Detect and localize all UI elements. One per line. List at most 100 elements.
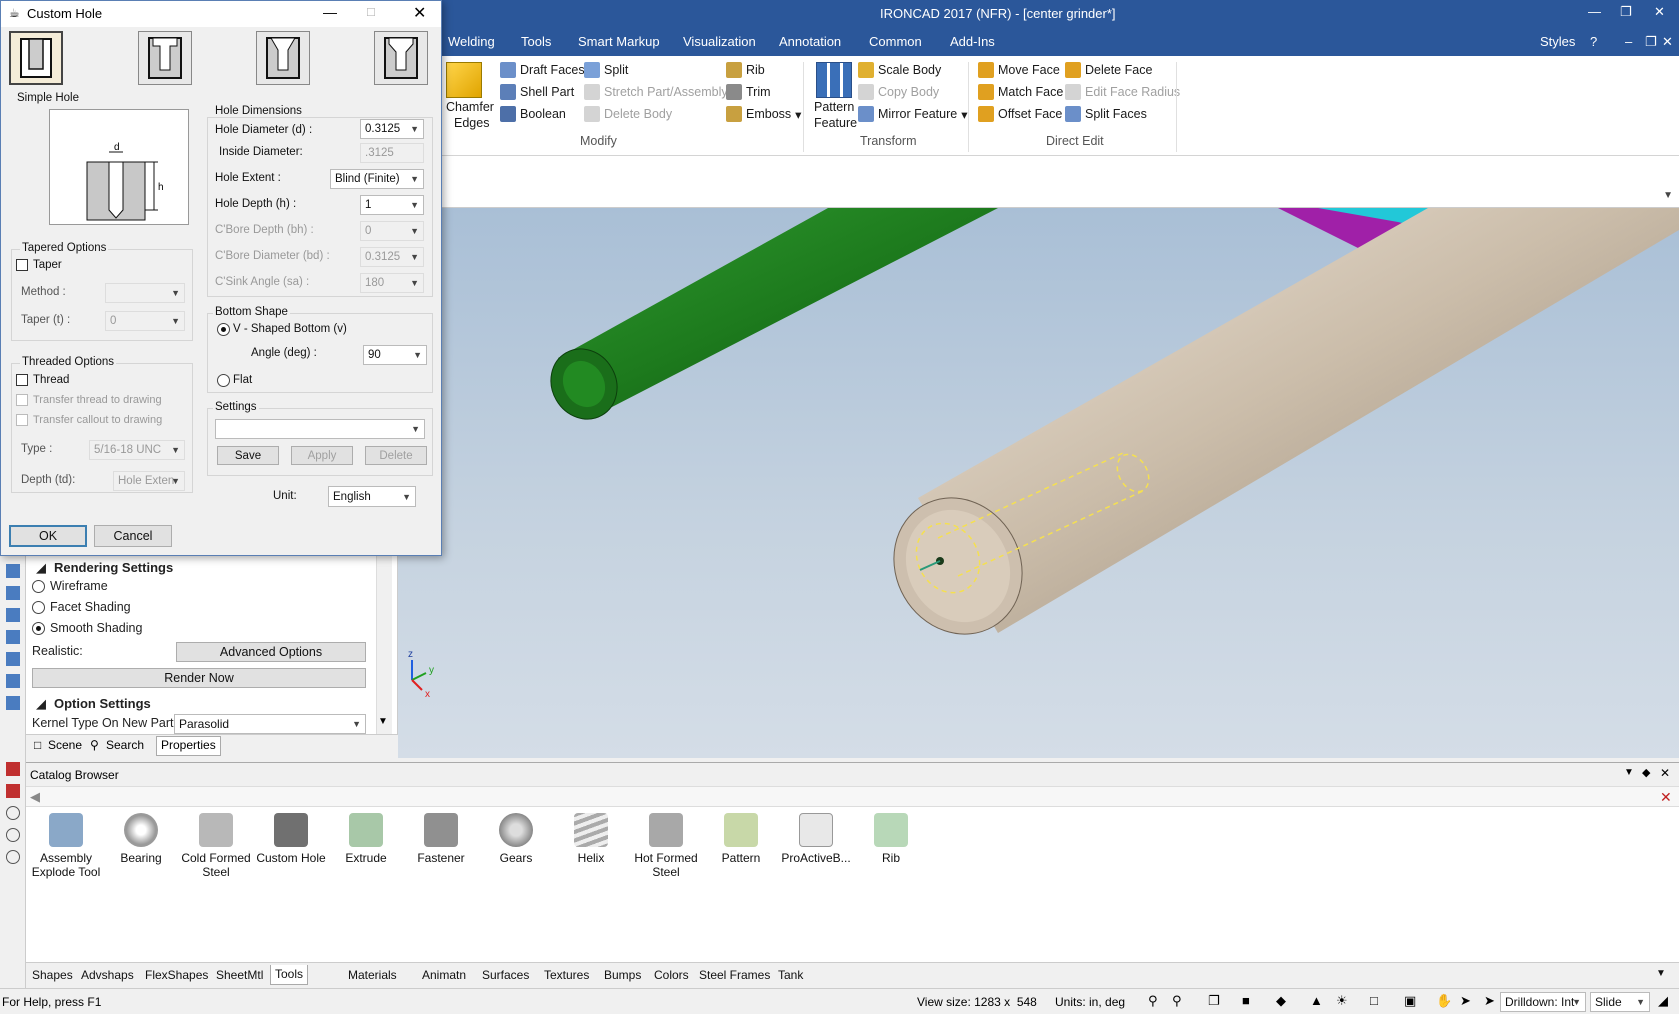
- scale-body-button[interactable]: Scale Body: [858, 62, 941, 78]
- shading-icon[interactable]: ▲: [1310, 993, 1323, 1008]
- tool-icon[interactable]: [6, 806, 20, 820]
- tab-scene[interactable]: Scene: [48, 738, 82, 752]
- render-mode-icon[interactable]: ■: [1242, 993, 1250, 1008]
- catalog-menu-icon[interactable]: ▼: [1624, 767, 1634, 778]
- view-frame-icon[interactable]: □: [1370, 993, 1378, 1008]
- edit-face-radius-button[interactable]: Edit Face Radius: [1065, 84, 1180, 100]
- taper-checkbox[interactable]: [16, 259, 28, 271]
- kernel-type-select[interactable]: Parasolid ▼: [174, 714, 366, 734]
- tab-welding[interactable]: Welding: [448, 34, 495, 49]
- dialog-maximize-icon[interactable]: □: [367, 4, 375, 19]
- catalog-remove-icon[interactable]: ✕: [1660, 789, 1672, 806]
- trim-button[interactable]: Trim: [726, 84, 771, 100]
- minimize-icon[interactable]: —: [1588, 4, 1601, 19]
- render-now-button[interactable]: Render Now: [32, 668, 366, 688]
- mdi-minimize-icon[interactable]: –: [1625, 34, 1632, 49]
- move-face-button[interactable]: Move Face: [978, 62, 1060, 78]
- panel-scrollbar[interactable]: [376, 556, 392, 734]
- shell-part-button[interactable]: Shell Part: [500, 84, 574, 100]
- lib-tab-advshaps[interactable]: Advshaps: [81, 968, 134, 982]
- tool-icon[interactable]: [6, 696, 20, 710]
- catalog-item-rib[interactable]: Rib: [851, 813, 931, 865]
- tool-icon[interactable]: [6, 608, 20, 622]
- green-rod[interactable]: [538, 208, 998, 431]
- catalog-item-cold-formed-steel[interactable]: Cold Formed Steel: [176, 813, 256, 879]
- csink-angle-input[interactable]: 180 ▼: [360, 273, 424, 293]
- emboss-button[interactable]: Emboss ▾: [726, 106, 801, 122]
- facet-shading-radio[interactable]: [32, 601, 45, 614]
- rib-button[interactable]: Rib: [726, 62, 765, 78]
- back-arrow-icon[interactable]: ◀: [30, 789, 40, 805]
- display-icon[interactable]: ◆: [1276, 993, 1286, 1009]
- tab-smart-markup[interactable]: Smart Markup: [578, 34, 660, 49]
- catalog-item-helix[interactable]: Helix: [551, 813, 631, 865]
- advanced-options-button[interactable]: Advanced Options: [176, 642, 366, 662]
- close-icon[interactable]: ✕: [1654, 4, 1665, 20]
- ok-button[interactable]: OK: [9, 525, 87, 547]
- catalog-close-icon[interactable]: ✕: [1660, 766, 1670, 780]
- split-button[interactable]: Split: [584, 62, 628, 78]
- catalog-item-assembly-explode[interactable]: Assembly Explode Tool: [26, 813, 106, 879]
- tool-icon[interactable]: [6, 850, 20, 864]
- view-cube-icon[interactable]: ❐: [1208, 993, 1220, 1009]
- section-collapse-icon[interactable]: ◢: [36, 696, 46, 712]
- pattern-label-2[interactable]: Feature: [814, 116, 857, 130]
- catalog-item-gears[interactable]: Gears: [476, 813, 556, 865]
- catalog-item-hot-formed-steel[interactable]: Hot Formed Steel: [626, 813, 706, 879]
- mirror-feature-button[interactable]: Mirror Feature ▾: [858, 106, 967, 122]
- scroll-down-icon[interactable]: ▼: [378, 716, 388, 727]
- dialog-title-bar[interactable]: ☕ Custom Hole — □ ✕: [1, 1, 441, 27]
- lib-tab-tank[interactable]: Tank: [778, 968, 803, 982]
- boolean-button[interactable]: Boolean: [500, 106, 566, 122]
- select-mode-icon[interactable]: ➤: [1484, 993, 1495, 1009]
- settings-apply-button[interactable]: Apply: [291, 446, 353, 465]
- lib-tab-surfaces[interactable]: Surfaces: [482, 968, 529, 982]
- layer-icon[interactable]: ▣: [1404, 993, 1416, 1009]
- cbore-depth-input[interactable]: 0 ▼: [360, 221, 424, 241]
- pattern-label-1[interactable]: Pattern: [814, 100, 854, 114]
- hand-icon[interactable]: ✋: [1436, 993, 1452, 1009]
- split-faces-button[interactable]: Split Faces: [1065, 106, 1147, 122]
- unit-select[interactable]: English ▼: [328, 486, 416, 507]
- tan-rod[interactable]: [869, 208, 1679, 658]
- transfer-callout-checkbox[interactable]: [16, 414, 28, 426]
- section-collapse-icon[interactable]: ◢: [36, 560, 46, 576]
- mdi-restore-icon[interactable]: ❐: [1645, 34, 1657, 50]
- tool-icon[interactable]: [6, 674, 20, 688]
- catalog-item-fastener[interactable]: Fastener: [401, 813, 481, 865]
- angle-input[interactable]: 90 ▼: [363, 345, 427, 365]
- styles-menu[interactable]: Styles: [1540, 34, 1575, 49]
- cbore-csink-hole-type-button[interactable]: [374, 31, 428, 85]
- wireframe-radio[interactable]: [32, 580, 45, 593]
- hole-extent-select[interactable]: Blind (Finite) ▼: [330, 169, 424, 189]
- v-shaped-bottom-radio[interactable]: [217, 323, 230, 336]
- zoom-icon[interactable]: ⚲: [1148, 993, 1158, 1009]
- help-icon[interactable]: ?: [1590, 34, 1597, 49]
- tab-scroll-icon[interactable]: ▼: [1656, 968, 1666, 979]
- tab-common[interactable]: Common: [869, 34, 922, 49]
- lib-tab-sheetmtl[interactable]: SheetMtl: [216, 968, 263, 982]
- slide-select[interactable]: Slide ▼: [1590, 992, 1650, 1012]
- lib-tab-animatn-label[interactable]: Animatn: [422, 968, 466, 982]
- lib-tab-materials[interactable]: Materials: [348, 968, 397, 982]
- flat-bottom-radio[interactable]: [217, 374, 230, 387]
- tab-properties[interactable]: Properties: [156, 736, 221, 756]
- lib-tab-bumps[interactable]: Bumps: [604, 968, 641, 982]
- tool-icon[interactable]: [6, 784, 20, 798]
- tool-icon[interactable]: [6, 586, 20, 600]
- dialog-close-icon[interactable]: ✕: [413, 3, 426, 23]
- pattern-feature-icon[interactable]: [816, 62, 852, 98]
- select-cursor-icon[interactable]: ➤: [1460, 993, 1471, 1009]
- draft-faces-button[interactable]: Draft Faces: [500, 62, 585, 78]
- catalog-item-bearing[interactable]: Bearing: [101, 813, 181, 865]
- offset-face-button[interactable]: Offset Face: [978, 106, 1062, 122]
- tab-search[interactable]: Search: [106, 738, 144, 752]
- lib-tab-tools[interactable]: Tools: [270, 965, 309, 985]
- cancel-button[interactable]: Cancel: [94, 525, 172, 547]
- lib-tab-shapes[interactable]: Shapes: [32, 968, 73, 982]
- settings-save-button[interactable]: Save: [217, 446, 279, 465]
- zoom-window-icon[interactable]: ⚲: [1172, 993, 1182, 1009]
- catalog-item-custom-hole[interactable]: Custom Hole: [251, 813, 331, 865]
- lib-tab-flexshapes[interactable]: FlexShapes: [145, 968, 208, 982]
- stretch-button[interactable]: Stretch Part/Assembly: [584, 84, 728, 100]
